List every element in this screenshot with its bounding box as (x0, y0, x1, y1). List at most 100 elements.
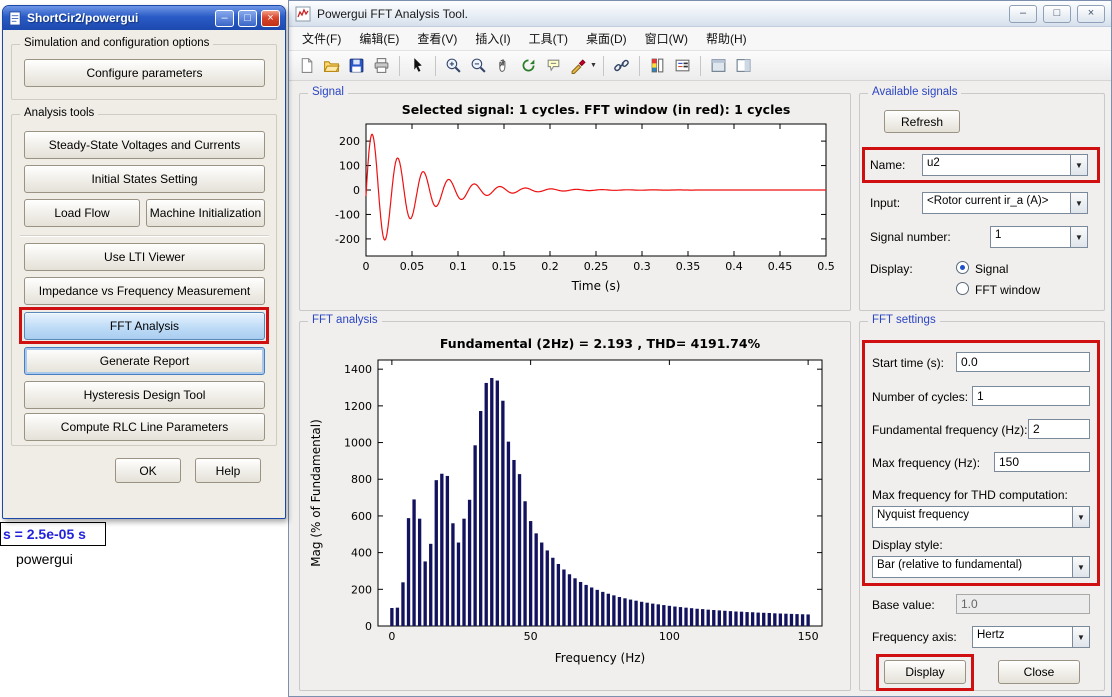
signal-radio[interactable] (956, 261, 969, 274)
chevron-down-icon[interactable]: ▼ (1072, 557, 1089, 577)
show-plot-tools-icon[interactable] (732, 54, 755, 77)
maximize-icon[interactable]: □ (1043, 4, 1071, 23)
fundamental-frequency-label: Fundamental frequency (Hz): (872, 423, 1028, 437)
open-file-icon[interactable] (320, 54, 343, 77)
cycles-input[interactable] (972, 386, 1090, 406)
start-time-label: Start time (s): (872, 356, 945, 370)
pointer-icon[interactable] (406, 54, 429, 77)
chevron-down-icon[interactable]: ▼ (1070, 193, 1087, 213)
start-time-input[interactable] (956, 352, 1090, 372)
fft-plot: 0 50 100 150 0 200 400 600 800 1000 1200 1400 Fundam… (302, 332, 850, 691)
data-cursor-icon[interactable] (542, 54, 565, 77)
chevron-down-icon[interactable]: ▼ (1072, 627, 1089, 647)
thd-max-frequency-dropdown[interactable]: Nyquist frequency ▼ (872, 506, 1090, 528)
ok-button[interactable]: OK (115, 458, 181, 483)
help-button[interactable]: Help (195, 458, 261, 483)
svg-text:0.35: 0.35 (676, 260, 701, 273)
toolbar-separator (435, 55, 436, 76)
minimize-icon[interactable]: – (215, 9, 234, 27)
menu-help[interactable]: 帮助(H) (697, 26, 756, 51)
svg-text:800: 800 (351, 473, 372, 486)
thd-max-frequency-label: Max frequency for THD computation: (872, 488, 1068, 502)
fft-tool-window: Powergui FFT Analysis Tool. – □ × 文件(F) 编… (288, 0, 1112, 697)
display-button[interactable]: Display (884, 660, 966, 684)
close-button[interactable]: Close (998, 660, 1080, 684)
fft-tool-titlebar[interactable]: Powergui FFT Analysis Tool. – □ × (289, 1, 1111, 27)
menu-tools[interactable]: 工具(T) (520, 26, 577, 51)
svg-text:0.1: 0.1 (449, 260, 467, 273)
signal-panel-label: Signal (308, 86, 348, 98)
svg-text:0.05: 0.05 (400, 260, 425, 273)
display-style-dropdown[interactable]: Bar (relative to fundamental) ▼ (872, 556, 1090, 578)
brush-data-icon[interactable] (567, 54, 590, 77)
save-figure-icon[interactable] (345, 54, 368, 77)
menu-edit[interactable]: 编辑(E) (350, 26, 408, 51)
svg-text:200: 200 (339, 135, 360, 148)
svg-text:100: 100 (339, 160, 360, 173)
minimize-icon[interactable]: – (1009, 4, 1037, 23)
powergui-titlebar[interactable]: ShortCir2/powergui – □ × (3, 6, 285, 30)
rotate-3d-icon[interactable] (517, 54, 540, 77)
menu-insert[interactable]: 插入(I) (466, 26, 519, 51)
print-figure-icon[interactable] (370, 54, 393, 77)
max-frequency-input[interactable] (994, 452, 1090, 472)
maximize-icon[interactable]: □ (238, 9, 257, 27)
zoom-in-icon[interactable] (442, 54, 465, 77)
svg-text:0.15: 0.15 (492, 260, 517, 273)
analysis-tools-group: Analysis tools Steady-State Voltages and… (11, 107, 277, 446)
svg-text:0.25: 0.25 (584, 260, 609, 273)
close-icon[interactable]: × (1077, 4, 1105, 23)
generate-report-button[interactable]: Generate Report (24, 347, 265, 375)
signal-panel: Signal 0 0.05 0.1 0.15 0.2 0.25 0.3 0.35 0.4 0.45… (299, 86, 851, 311)
svg-text:600: 600 (351, 510, 372, 523)
signal-plot: 0 0.05 0.1 0.15 0.2 0.25 0.3 0.35 0.4 0.45 0.5 -200… (302, 100, 850, 311)
chevron-down-icon[interactable]: ▼ (1070, 155, 1087, 175)
frequency-axis-dropdown[interactable]: Hertz ▼ (972, 626, 1090, 648)
svg-text:150: 150 (798, 630, 819, 643)
menu-window[interactable]: 窗口(W) (636, 26, 697, 51)
svg-text:Time (s): Time (s) (571, 279, 621, 293)
display-label: Display: (870, 262, 913, 276)
insert-legend-icon[interactable] (671, 54, 694, 77)
lti-viewer-button[interactable]: Use LTI Viewer (24, 243, 265, 271)
svg-text:-100: -100 (335, 208, 360, 221)
impedance-measurement-button[interactable]: Impedance vs Frequency Measurement (24, 277, 265, 305)
fft-tool-window-icon (295, 6, 311, 21)
fundamental-frequency-input[interactable] (1028, 419, 1090, 439)
svg-text:Mag (% of Fundamental): Mag (% of Fundamental) (309, 419, 323, 567)
svg-text:0: 0 (388, 630, 395, 643)
hide-plot-tools-icon[interactable] (707, 54, 730, 77)
analysis-tools-group-label: Analysis tools (20, 107, 99, 119)
initial-states-button[interactable]: Initial States Setting (24, 165, 265, 193)
load-flow-button[interactable]: Load Flow (24, 199, 140, 227)
menu-view[interactable]: 查看(V) (408, 26, 466, 51)
zoom-out-icon[interactable] (467, 54, 490, 77)
svg-text:Frequency (Hz): Frequency (Hz) (555, 651, 646, 665)
machine-initialization-button[interactable]: Machine Initialization (146, 199, 265, 227)
configure-parameters-button[interactable]: Configure parameters (24, 59, 265, 87)
svg-text:1400: 1400 (344, 363, 372, 376)
link-plot-icon[interactable] (610, 54, 633, 77)
chevron-down-icon[interactable]: ▼ (1070, 227, 1087, 247)
close-icon[interactable]: × (261, 9, 280, 27)
fft-settings-panel: FFT settings Start time (s): Number of c… (859, 314, 1105, 691)
hysteresis-design-button[interactable]: Hysteresis Design Tool (24, 381, 265, 409)
chevron-down-icon[interactable]: ▼ (1072, 507, 1089, 527)
compute-rlc-button[interactable]: Compute RLC Line Parameters (24, 413, 265, 441)
refresh-button[interactable]: Refresh (884, 110, 960, 133)
steady-state-button[interactable]: Steady-State Voltages and Currents (24, 131, 265, 159)
fft-window-radio[interactable] (956, 282, 969, 295)
menu-desktop[interactable]: 桌面(D) (577, 26, 636, 51)
name-dropdown[interactable]: u2 ▼ (922, 154, 1088, 176)
new-figure-icon[interactable] (295, 54, 318, 77)
menu-bar: 文件(F) 编辑(E) 查看(V) 插入(I) 工具(T) 桌面(D) 窗口(W) 帮助(H) (289, 27, 1111, 51)
signal-number-dropdown[interactable]: 1 ▼ (990, 226, 1088, 248)
pan-icon[interactable] (492, 54, 515, 77)
menu-file[interactable]: 文件(F) (293, 26, 350, 51)
brush-dropdown-icon[interactable]: ▼ (590, 62, 597, 69)
fft-analysis-panel: FFT analysis 0 50 100 150 0 200 400 600 800 1000 1… (299, 314, 851, 691)
svg-text:1200: 1200 (344, 400, 372, 413)
fft-analysis-button[interactable]: FFT Analysis (24, 312, 265, 340)
input-dropdown[interactable]: <Rotor current ir_a (A)> ▼ (922, 192, 1088, 214)
insert-colorbar-icon[interactable] (646, 54, 669, 77)
